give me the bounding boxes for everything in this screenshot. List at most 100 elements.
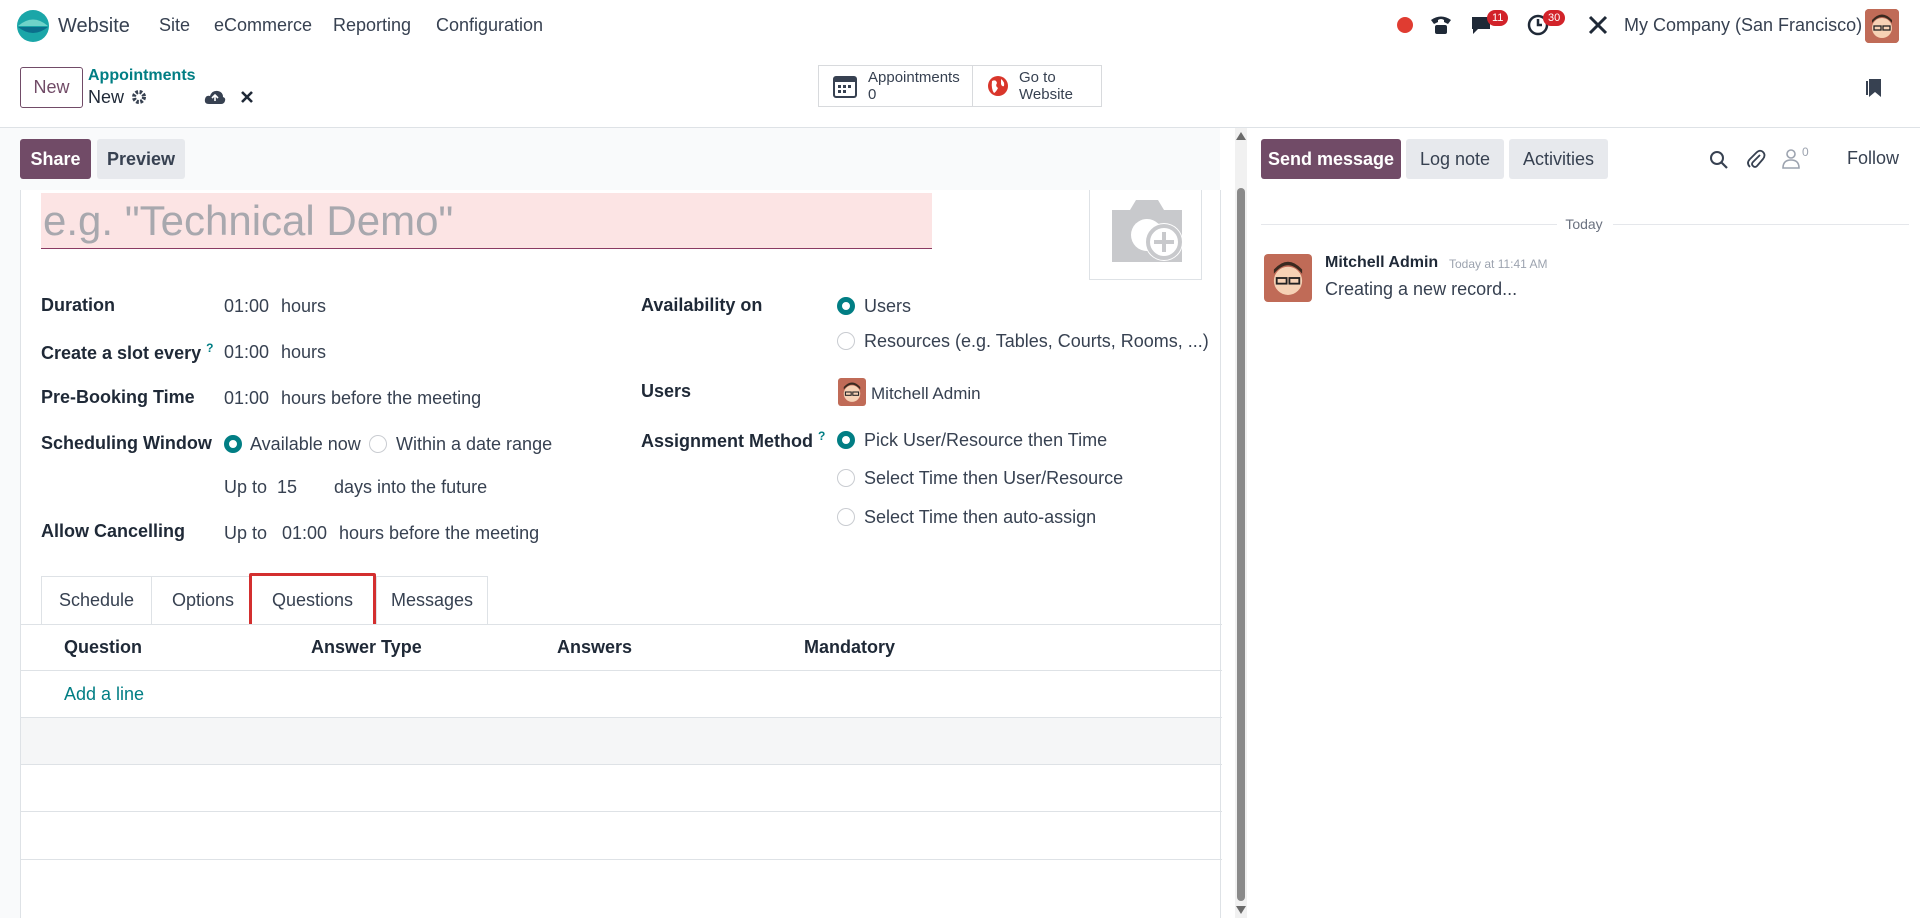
stat-appointments-label: Appointments bbox=[868, 69, 960, 86]
activities-button[interactable]: Activities bbox=[1509, 139, 1608, 179]
phone-icon[interactable] bbox=[1429, 14, 1453, 36]
column-answer-type[interactable]: Answer Type bbox=[311, 637, 422, 658]
menu-reporting[interactable]: Reporting bbox=[333, 15, 411, 36]
menu-configuration[interactable]: Configuration bbox=[436, 15, 543, 36]
slot-interval-label-text: Create a slot every bbox=[41, 343, 202, 363]
message-time: Today at 11:41 AM bbox=[1449, 257, 1548, 271]
prebooking-field[interactable]: 01:00 bbox=[224, 388, 269, 409]
form-scrollbar[interactable] bbox=[1235, 128, 1247, 918]
assign-pick-user-radio[interactable] bbox=[837, 431, 855, 449]
tab-schedule[interactable]: Schedule bbox=[41, 576, 152, 624]
duration-field[interactable]: 01:00 bbox=[224, 296, 269, 317]
appointments-stat-button[interactable]: Appointments 0 bbox=[818, 65, 973, 107]
send-message-button[interactable]: Send message bbox=[1261, 139, 1401, 179]
attachment-paperclip-icon[interactable] bbox=[1746, 149, 1766, 171]
app-name[interactable]: Website bbox=[58, 15, 130, 38]
assign-time-then-user-label[interactable]: Select Time then User/Resource bbox=[864, 468, 1123, 489]
tab-options[interactable]: Options bbox=[151, 576, 255, 624]
availability-resources-label[interactable]: Resources (e.g. Tables, Courts, Rooms, .… bbox=[864, 331, 1209, 352]
assign-auto-radio[interactable] bbox=[837, 508, 855, 526]
calendar-icon bbox=[832, 73, 858, 99]
column-mandatory[interactable]: Mandatory bbox=[804, 637, 895, 658]
menu-site[interactable]: Site bbox=[159, 15, 190, 36]
follow-button[interactable]: Follow bbox=[1847, 148, 1899, 169]
users-label: Users bbox=[641, 381, 692, 401]
max-schedule-days-field[interactable]: 15 bbox=[277, 477, 297, 498]
activities-badge: 30 bbox=[1543, 10, 1566, 26]
search-icon[interactable] bbox=[1709, 150, 1729, 170]
date-range-radio[interactable] bbox=[369, 435, 387, 453]
date-range-label[interactable]: Within a date range bbox=[396, 434, 552, 455]
bookmark-icon[interactable] bbox=[1866, 77, 1882, 99]
availability-users-radio[interactable] bbox=[837, 297, 855, 315]
log-note-button[interactable]: Log note bbox=[1406, 139, 1504, 179]
slot-help-icon[interactable]: ? bbox=[206, 341, 213, 355]
message-body: Creating a new record... bbox=[1325, 279, 1518, 299]
date-separator-line-right bbox=[1613, 224, 1909, 225]
scroll-down-arrow[interactable] bbox=[1236, 906, 1246, 914]
camera-plus-icon bbox=[1112, 200, 1183, 262]
stat-appointments-value: 0 bbox=[868, 86, 877, 103]
slot-interval-field[interactable]: 01:00 bbox=[224, 342, 269, 363]
image-upload[interactable] bbox=[1089, 190, 1202, 280]
availability-resources-radio[interactable] bbox=[837, 332, 855, 350]
messages-badge: 11 bbox=[1487, 10, 1509, 26]
chatter-panel: Send message Log note Activities 0 Follo… bbox=[1249, 128, 1920, 918]
available-now-label[interactable]: Available now bbox=[250, 434, 361, 455]
available-now-radio[interactable] bbox=[224, 435, 242, 453]
website-logo-icon[interactable] bbox=[16, 9, 50, 43]
share-button[interactable]: Share bbox=[20, 139, 91, 179]
scheduling-window-label: Scheduling Window bbox=[41, 433, 212, 453]
prebooking-label: Pre-Booking Time bbox=[41, 387, 195, 407]
slot-interval-unit: hours bbox=[281, 342, 327, 362]
assign-pick-user-label[interactable]: Pick User/Resource then Time bbox=[864, 430, 1107, 451]
date-separator-line bbox=[1261, 224, 1557, 225]
cancel-upto-label: Up to bbox=[224, 523, 268, 543]
go-to-website-button[interactable]: Go to Website bbox=[972, 65, 1102, 107]
availability-label: Availability on bbox=[641, 295, 763, 315]
assign-time-then-user-radio[interactable] bbox=[837, 469, 855, 487]
menu-ecommerce[interactable]: eCommerce bbox=[214, 15, 312, 36]
company-switcher[interactable]: My Company (San Francisco) bbox=[1624, 15, 1862, 36]
add-a-line-link[interactable]: Add a line bbox=[64, 684, 144, 705]
save-cloud-icon[interactable] bbox=[204, 89, 226, 105]
top-navbar: Website Site eCommerce Reporting Configu… bbox=[0, 0, 1920, 53]
preview-button[interactable]: Preview bbox=[97, 139, 185, 179]
discard-close-icon[interactable] bbox=[240, 90, 254, 104]
message-author[interactable]: Mitchell Admin bbox=[1325, 254, 1438, 272]
date-separator: Today bbox=[1565, 216, 1603, 232]
message-author-avatar[interactable] bbox=[1264, 254, 1312, 302]
name-input[interactable]: e.g. "Technical Demo" bbox=[41, 193, 932, 249]
debug-tools-icon[interactable] bbox=[1587, 14, 1609, 36]
tab-questions[interactable]: Questions bbox=[249, 573, 376, 628]
user-tag-avatar bbox=[838, 378, 866, 406]
stat-website-line2: Website bbox=[1019, 86, 1073, 103]
new-button[interactable]: New bbox=[20, 67, 83, 108]
tab-messages[interactable]: Messages bbox=[376, 576, 488, 624]
duration-unit: hours bbox=[281, 296, 327, 316]
availability-users-label[interactable]: Users bbox=[864, 296, 911, 317]
min-cancellation-field[interactable]: 01:00 bbox=[282, 523, 327, 544]
column-answers[interactable]: Answers bbox=[557, 637, 632, 658]
user-avatar[interactable] bbox=[1865, 9, 1899, 43]
prebooking-unit: hours before the meeting bbox=[281, 388, 482, 408]
breadcrumb-parent[interactable]: Appointments bbox=[88, 67, 196, 85]
table-row bbox=[21, 718, 1220, 764]
followers-user-icon[interactable] bbox=[1782, 148, 1800, 170]
stat-website-line1: Go to bbox=[1019, 69, 1056, 86]
scroll-up-arrow[interactable] bbox=[1236, 132, 1246, 140]
assign-auto-label[interactable]: Select Time then auto-assign bbox=[864, 507, 1096, 528]
scroll-thumb[interactable] bbox=[1237, 188, 1245, 901]
record-dot-icon[interactable] bbox=[1397, 17, 1413, 33]
users-tag[interactable]: Mitchell Admin bbox=[871, 384, 981, 404]
column-question[interactable]: Question bbox=[64, 637, 142, 658]
upto-label: Up to bbox=[224, 477, 268, 497]
assignment-help-icon[interactable]: ? bbox=[818, 429, 825, 443]
duration-label: Duration bbox=[41, 295, 115, 315]
control-panel: New Appointments New Appointments 0 Go t… bbox=[0, 53, 1920, 128]
followers-count: 0 bbox=[1802, 145, 1809, 159]
gear-icon[interactable] bbox=[131, 89, 147, 105]
breadcrumb-current: New bbox=[88, 87, 125, 107]
globe-icon bbox=[987, 75, 1009, 97]
questions-table: Question Answer Type Answers Mandatory A… bbox=[20, 624, 1222, 918]
